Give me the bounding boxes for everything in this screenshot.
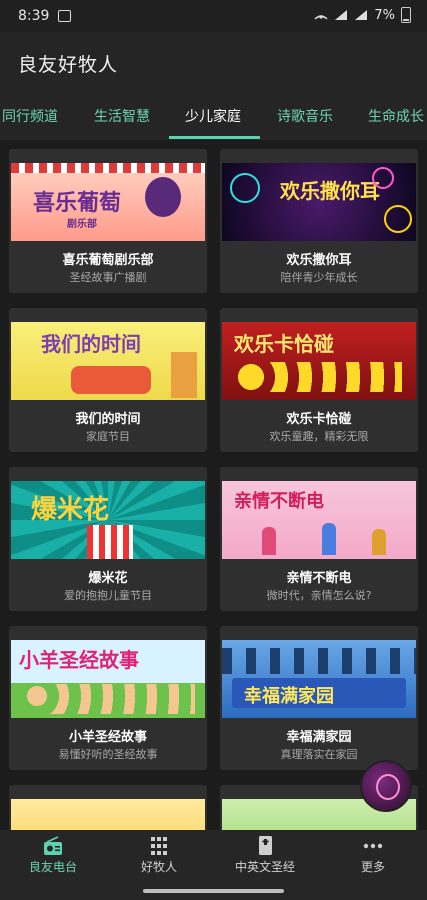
battery-percent: 7% [374, 7, 395, 23]
program-subtitle: 微时代，亲情怎么说? [266, 589, 372, 602]
program-subtitle: 家庭节目 [86, 430, 130, 443]
popcorn-icon [87, 525, 133, 559]
tab-shige[interactable]: 诗歌音乐 [277, 106, 333, 126]
program-card[interactable]: 爆米花 爆米花 爱的抱抱儿童节目 [9, 467, 207, 611]
grape-character-icon [145, 177, 181, 217]
program-card[interactable]: 亲情不断电 亲情不断电 微时代，亲情怎么说? [220, 467, 418, 611]
smiley-icon [230, 173, 260, 203]
program-title: 亲情不断电 [286, 571, 352, 586]
shelf-icon [171, 352, 197, 398]
program-banner: 欢乐卡恰碰 [222, 322, 416, 400]
smiley-icon [372, 167, 394, 189]
grid-icon [151, 837, 167, 855]
tab-tongxing[interactable]: 同行频道 [2, 106, 58, 126]
program-card[interactable]: 我们的时间 我们的时间 家庭节目 [9, 308, 207, 452]
program-subtitle: 爱的抱抱儿童节目 [64, 589, 152, 602]
program-card[interactable]: 小羊圣经故事 小羊圣经故事 易懂好听的圣经故事 [9, 626, 207, 770]
family-figures-icon [262, 521, 392, 555]
program-card[interactable]: 欢乐撒你耳 欢乐撒你耳 陪伴青少年成长 [220, 149, 418, 293]
status-time: 8:39 [18, 8, 50, 24]
bottom-navigation: 良友电台 好牧人 中英文圣经 更多 [0, 830, 427, 882]
sofa-icon [71, 366, 151, 394]
program-banner: 喜乐葡萄 剧乐部 [11, 163, 205, 241]
program-title: 欢乐撒你耳 [286, 253, 352, 268]
people-silhouettes-icon [222, 648, 416, 674]
status-right: 7% [314, 7, 411, 23]
radio-icon [44, 836, 62, 855]
program-banner: 我们的时间 [11, 322, 205, 400]
program-title: 幸福满家园 [286, 730, 352, 745]
tab-indicator [169, 136, 260, 139]
emoji-faces-icon [236, 362, 402, 392]
nav-label: 更多 [360, 860, 385, 874]
children-icon [25, 684, 195, 714]
program-title: 我们的时间 [75, 412, 141, 427]
nav-more[interactable]: 更多 [320, 836, 426, 875]
tab-shenghuo[interactable]: 生活智慧 [94, 106, 150, 126]
hotspot-icon [314, 15, 328, 20]
floating-player-button[interactable] [360, 760, 412, 812]
program-subtitle: 欢乐童趣，精彩无限 [269, 430, 369, 443]
program-subtitle: 陪伴青少年成长 [280, 271, 358, 284]
program-banner: 亲情不断电 [222, 481, 416, 559]
program-card[interactable]: 幸福满家园 幸福满家园 真理落实在家园 [220, 626, 418, 770]
app-bar: 良友好牧人 [0, 32, 427, 94]
page-title: 良友好牧人 [18, 54, 119, 76]
battery-icon [401, 7, 411, 23]
nav-shepherd[interactable]: 好牧人 [106, 836, 212, 875]
program-banner: 幸福满家园 [222, 640, 416, 718]
program-card[interactable] [9, 785, 207, 830]
smiley-icon [384, 205, 412, 233]
program-banner [11, 799, 205, 830]
program-title: 喜乐葡萄剧乐部 [62, 253, 154, 268]
book-icon [259, 836, 272, 855]
program-banner: 爆米花 [11, 481, 205, 559]
program-banner: 小羊圣经故事 [11, 640, 205, 718]
program-card[interactable]: 喜乐葡萄 剧乐部 喜乐葡萄剧乐部 圣经故事广播剧 [9, 149, 207, 293]
nav-label: 中英文圣经 [234, 860, 295, 874]
program-title: 欢乐卡恰碰 [286, 412, 352, 427]
program-title: 爆米花 [88, 571, 128, 586]
image-notification-icon [58, 10, 71, 22]
status-bar: 8:39 7% [0, 0, 427, 32]
wifi-icon [335, 10, 348, 20]
nav-label: 良友电台 [28, 860, 77, 874]
home-gesture-pill[interactable] [143, 889, 284, 893]
program-subtitle: 易懂好听的圣经故事 [58, 748, 158, 761]
program-subtitle: 圣经故事广播剧 [69, 271, 147, 284]
tab-shaoer[interactable]: 少儿家庭 [185, 106, 241, 126]
tab-shengming[interactable]: 生命成长 [368, 106, 424, 126]
nav-label: 好牧人 [140, 860, 177, 874]
signal-icon [355, 10, 368, 20]
category-tabs: 同行频道 生活智慧 少儿家庭 诗歌音乐 生命成长 [0, 94, 427, 140]
nav-radio[interactable]: 良友电台 [0, 836, 106, 875]
program-card[interactable]: 欢乐卡恰碰 欢乐卡恰碰 欢乐童趣，精彩无限 [220, 308, 418, 452]
program-grid[interactable]: 喜乐葡萄 剧乐部 喜乐葡萄剧乐部 圣经故事广播剧 欢乐撒你耳 欢乐撒你耳 陪伴青… [0, 140, 427, 830]
program-title: 小羊圣经故事 [68, 730, 147, 745]
nav-bible[interactable]: 中英文圣经 [212, 836, 318, 875]
program-banner: 欢乐撒你耳 [222, 163, 416, 241]
system-home-bar [0, 882, 427, 900]
more-icon [363, 843, 383, 849]
